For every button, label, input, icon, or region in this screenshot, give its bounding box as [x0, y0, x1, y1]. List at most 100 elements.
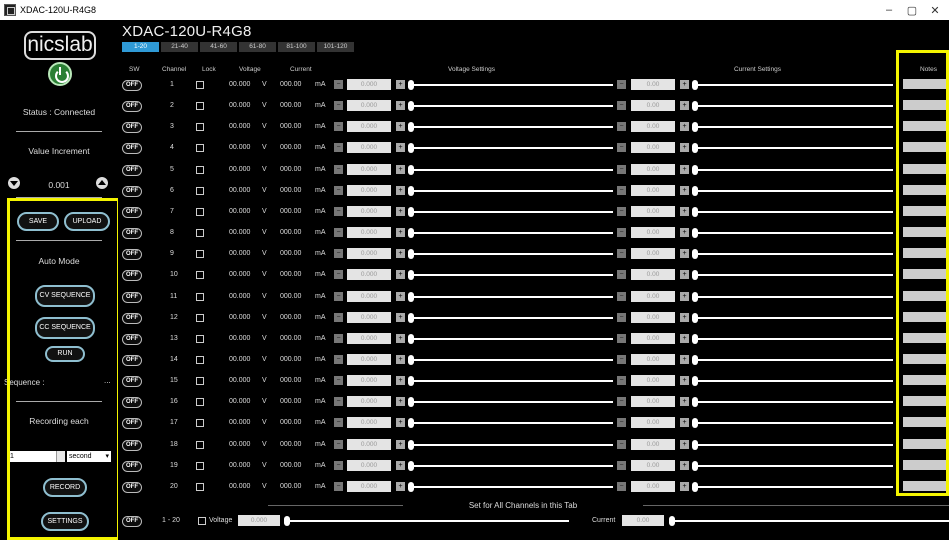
current-setting-input[interactable]: 0.00 [631, 121, 675, 133]
voltage-plus-button[interactable]: + [396, 354, 405, 364]
channel-switch[interactable]: OFF [122, 397, 142, 409]
notes-field[interactable] [903, 269, 949, 280]
voltage-slider[interactable] [410, 464, 613, 467]
current-plus-button[interactable]: + [680, 376, 689, 386]
current-minus-button[interactable]: − [617, 460, 626, 470]
voltage-minus-button[interactable]: − [334, 291, 343, 301]
voltage-minus-button[interactable]: − [334, 418, 343, 428]
recording-unit-select[interactable]: second [67, 451, 111, 462]
lock-checkbox[interactable] [196, 186, 204, 195]
current-minus-button[interactable]: − [617, 376, 626, 386]
current-setting-input[interactable]: 0.00 [631, 480, 675, 492]
voltage-slider[interactable] [410, 337, 613, 340]
cc-sequence-button[interactable]: CC SEQUENCE [35, 317, 95, 339]
notes-field[interactable] [903, 79, 949, 89]
current-plus-button[interactable]: + [680, 418, 689, 428]
voltage-plus-button[interactable]: + [396, 101, 405, 111]
recording-spinner[interactable] [56, 451, 65, 462]
tab-1-20[interactable]: 1-20 [122, 42, 159, 52]
set-all-voltage-input[interactable]: 0.000 [238, 515, 280, 526]
voltage-slider[interactable] [410, 210, 613, 213]
notes-field[interactable] [903, 121, 949, 132]
notes-field[interactable] [903, 142, 949, 153]
current-minus-button[interactable]: − [617, 164, 626, 174]
current-slider[interactable] [694, 316, 893, 319]
lock-checkbox[interactable] [196, 123, 204, 132]
current-plus-button[interactable]: + [680, 101, 689, 111]
channel-switch[interactable]: OFF [122, 101, 142, 113]
channel-switch[interactable]: OFF [122, 228, 142, 239]
current-slider[interactable] [694, 401, 893, 404]
current-minus-button[interactable]: − [617, 291, 626, 301]
notes-field[interactable] [903, 417, 949, 428]
lock-checkbox[interactable] [196, 271, 204, 280]
current-slider[interactable] [694, 485, 893, 488]
channel-switch[interactable]: OFF [122, 80, 142, 91]
voltage-setting-input[interactable]: 0.000 [347, 121, 391, 133]
record-button[interactable]: RECORD [43, 478, 87, 497]
lock-checkbox[interactable] [196, 165, 204, 174]
voltage-plus-button[interactable]: + [396, 228, 405, 237]
voltage-setting-input[interactable]: 0.000 [347, 79, 391, 90]
current-setting-input[interactable]: 0.00 [631, 396, 675, 408]
lock-checkbox[interactable] [196, 144, 204, 153]
current-plus-button[interactable]: + [680, 122, 689, 132]
voltage-minus-button[interactable]: − [334, 249, 343, 259]
channel-switch[interactable]: OFF [122, 354, 142, 366]
current-slider[interactable] [694, 189, 893, 192]
channel-switch[interactable]: OFF [122, 333, 142, 345]
notes-field[interactable] [903, 205, 949, 216]
voltage-minus-button[interactable]: − [334, 354, 343, 364]
lock-checkbox[interactable] [196, 229, 204, 237]
current-setting-input[interactable]: 0.00 [631, 417, 675, 429]
current-slider[interactable] [694, 337, 893, 340]
voltage-minus-button[interactable]: − [334, 164, 343, 174]
current-plus-button[interactable]: + [680, 80, 689, 89]
voltage-plus-button[interactable]: + [396, 376, 405, 386]
voltage-minus-button[interactable]: − [334, 333, 343, 343]
voltage-minus-button[interactable]: − [334, 270, 343, 280]
voltage-setting-input[interactable]: 0.000 [347, 438, 391, 450]
voltage-plus-button[interactable]: + [396, 270, 405, 280]
channel-switch[interactable]: OFF [122, 439, 142, 451]
power-icon[interactable] [48, 62, 72, 86]
lock-checkbox[interactable] [196, 250, 204, 259]
voltage-slider[interactable] [410, 316, 613, 319]
current-minus-button[interactable]: − [617, 249, 626, 259]
current-slider[interactable] [694, 295, 893, 298]
current-setting-input[interactable]: 0.00 [631, 269, 675, 281]
notes-field[interactable] [903, 227, 949, 237]
lock-checkbox[interactable] [196, 355, 204, 364]
current-slider[interactable] [694, 232, 893, 234]
channel-switch[interactable]: OFF [122, 418, 142, 430]
current-slider[interactable] [694, 358, 893, 361]
notes-field[interactable] [903, 396, 949, 407]
channel-switch[interactable]: OFF [122, 206, 142, 218]
lock-checkbox[interactable] [196, 207, 204, 216]
current-setting-input[interactable]: 0.00 [631, 184, 675, 196]
current-setting-input[interactable]: 0.00 [631, 227, 675, 238]
current-plus-button[interactable]: + [680, 291, 689, 301]
voltage-minus-button[interactable]: − [334, 122, 343, 132]
upload-button[interactable]: UPLOAD [64, 212, 110, 231]
voltage-slider[interactable] [410, 147, 613, 150]
channel-switch[interactable]: OFF [122, 185, 142, 197]
current-plus-button[interactable]: + [680, 270, 689, 280]
current-setting-input[interactable]: 0.00 [631, 100, 675, 112]
lock-checkbox[interactable] [196, 292, 204, 301]
voltage-minus-button[interactable]: − [334, 80, 343, 89]
notes-field[interactable] [903, 480, 949, 491]
voltage-plus-button[interactable]: + [396, 185, 405, 195]
voltage-slider[interactable] [410, 485, 613, 488]
voltage-plus-button[interactable]: + [396, 143, 405, 153]
lock-checkbox[interactable] [196, 419, 204, 428]
current-setting-input[interactable]: 0.00 [631, 248, 675, 260]
channel-switch[interactable]: OFF [122, 460, 142, 472]
voltage-minus-button[interactable]: − [334, 206, 343, 216]
channel-switch[interactable]: OFF [122, 122, 142, 134]
voltage-slider[interactable] [410, 232, 613, 234]
voltage-setting-input[interactable]: 0.000 [347, 100, 391, 112]
notes-field[interactable] [903, 290, 949, 301]
voltage-plus-button[interactable]: + [396, 206, 405, 216]
voltage-setting-input[interactable]: 0.000 [347, 269, 391, 281]
